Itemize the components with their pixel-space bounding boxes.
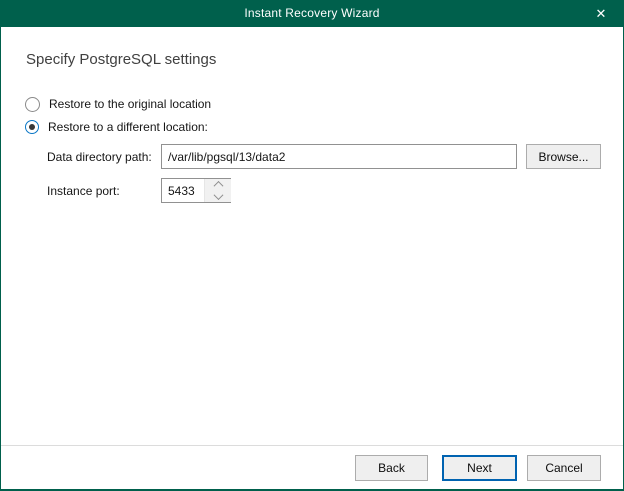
radio-option-original-location[interactable]: Restore to the original location xyxy=(25,96,211,112)
radio-dot xyxy=(29,124,35,130)
radio-option-label[interactable]: Restore to the original location xyxy=(49,97,211,111)
titlebar[interactable]: Instant Recovery Wizard ✕ xyxy=(1,0,623,27)
page-title: Specify PostgreSQL settings xyxy=(26,51,217,68)
cancel-button[interactable]: Cancel xyxy=(527,455,601,481)
instance-port-input[interactable] xyxy=(162,179,204,202)
radio-option-different-location[interactable]: Restore to a different location: xyxy=(25,119,208,135)
next-button[interactable]: Next xyxy=(442,455,517,481)
instance-port-stepper xyxy=(161,178,231,203)
back-button[interactable]: Back xyxy=(355,455,428,481)
footer-divider xyxy=(1,445,623,446)
chevron-down-icon xyxy=(213,189,223,200)
close-icon[interactable]: ✕ xyxy=(584,0,618,27)
browse-button[interactable]: Browse... xyxy=(526,144,601,169)
spin-down-button[interactable] xyxy=(205,189,231,203)
instance-port-label: Instance port: xyxy=(47,184,120,198)
spin-buttons xyxy=(204,179,231,202)
radio-option-label[interactable]: Restore to a different location: xyxy=(48,120,208,134)
window-title: Instant Recovery Wizard xyxy=(244,6,380,20)
data-directory-label: Data directory path: xyxy=(47,150,152,164)
data-directory-input[interactable] xyxy=(161,144,517,169)
radio-selected-icon[interactable] xyxy=(25,120,39,134)
radio-unselected-icon[interactable] xyxy=(25,96,40,112)
instant-recovery-wizard-window: Instant Recovery Wizard ✕ Specify Postgr… xyxy=(0,0,624,491)
